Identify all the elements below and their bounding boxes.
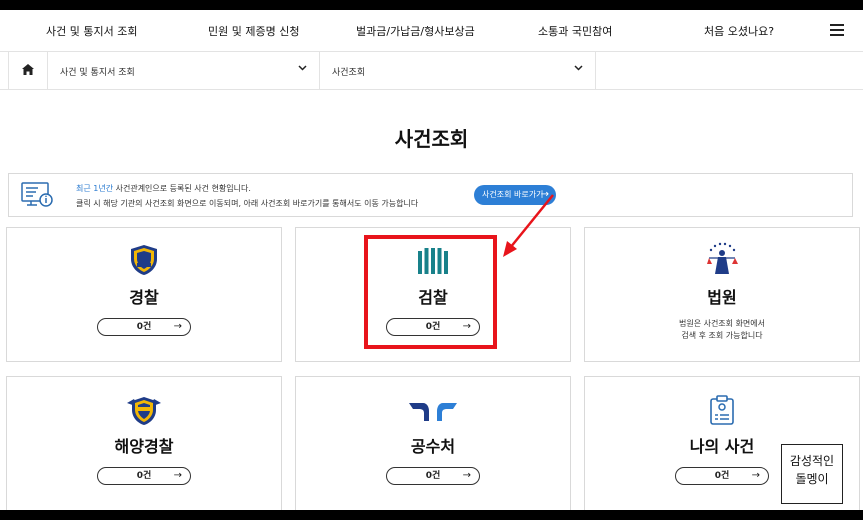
page-title: 사건조회 [394, 127, 469, 151]
breadcrumb-select-level1[interactable]: 사건 및 통지서 조회 [48, 52, 320, 90]
case-count-button[interactable]: 0건 → [97, 318, 191, 336]
court-description-line2: 검색 후 조회 가능합니다 [681, 331, 763, 340]
annotation-highlight-box [364, 235, 497, 349]
court-description-line1: 법원은 사건조회 화면에서 [678, 319, 766, 328]
nav-fines[interactable]: 벌과금/가납금/형사보상금 [356, 23, 475, 39]
case-lookup-shortcut-label: 사건조회 바로가기 [482, 190, 544, 199]
coast-guard-badge-icon [127, 397, 161, 425]
notice-box: 최근 1년간 사건관계인으로 등록된 사건 현황입니다. 클릭 시 해당 기관의… [8, 173, 853, 217]
clipboard-person-icon [710, 395, 734, 425]
agency-card-cio[interactable]: 공수처 0건 → [295, 376, 571, 510]
menu-icon[interactable] [830, 24, 844, 36]
home-icon [22, 64, 34, 75]
case-count: 0건 [136, 471, 152, 481]
agency-card-police[interactable]: 경찰 0건 → [6, 227, 282, 362]
case-count-button[interactable]: 0건 → [97, 467, 191, 485]
agency-name: 공수처 [410, 437, 456, 456]
nav-civil-petitions[interactable]: 민원 및 제증명 신청 [208, 23, 299, 39]
arrow-right-icon: → [173, 321, 182, 332]
case-count-button[interactable]: 0건 → [386, 467, 480, 485]
watermark-line1: 감성적인 [789, 454, 835, 468]
agency-name: 법원 [707, 288, 737, 307]
agency-name: 경찰 [129, 288, 159, 307]
case-count-button[interactable]: 0건 → [675, 467, 769, 485]
watermark-stamp: 감성적인 돌멩이 [781, 444, 843, 504]
cio-logo-icon [409, 403, 457, 421]
top-navigation: 사건 및 통지서 조회 민원 및 제증명 신청 벌과금/가납금/형사보상금 소통… [0, 10, 863, 52]
nav-case-lookup[interactable]: 사건 및 통지서 조회 [46, 23, 137, 39]
agency-card-court[interactable]: 법원 법원은 사건조회 화면에서 검색 후 조회 가능합니다 [584, 227, 860, 362]
breadcrumb: 사건 및 통지서 조회 사건조회 [0, 52, 863, 90]
page-frame: 사건 및 통지서 조회 민원 및 제증명 신청 벌과금/가납금/형사보상금 소통… [0, 10, 863, 510]
case-count: 0건 [136, 322, 152, 332]
case-count: 0건 [714, 471, 730, 481]
arrow-right-icon: → [173, 470, 182, 481]
nav-communication[interactable]: 소통과 국민참여 [538, 23, 612, 39]
nav-first-visit[interactable]: 처음 오셨나요? [704, 23, 774, 39]
breadcrumb-level1-label: 사건 및 통지서 조회 [60, 68, 135, 78]
arrow-right-icon: → [751, 470, 760, 481]
notice-text-line2: 클릭 시 해당 기관의 사건조회 화면으로 이동되며, 아래 사건조회 바로가기… [76, 199, 419, 208]
breadcrumb-select-level2[interactable]: 사건조회 [320, 52, 596, 90]
agency-name: 해양경찰 [114, 437, 174, 456]
arrow-right-icon: → [462, 470, 471, 481]
agency-card-coast-guard[interactable]: 해양경찰 0건 → [6, 376, 282, 510]
case-count: 0건 [425, 471, 441, 481]
notice-line1-rest: 사건관계인으로 등록된 사건 현황입니다. [113, 184, 251, 193]
chevron-down-icon [298, 65, 307, 71]
case-lookup-shortcut-button[interactable]: 사건조회 바로가기 → [474, 185, 556, 205]
monitor-info-icon [21, 182, 53, 207]
police-badge-icon [131, 245, 157, 275]
notice-highlight: 최근 1년간 [76, 184, 114, 193]
court-justice-icon [707, 242, 738, 274]
watermark-line2: 돌멩이 [795, 472, 829, 486]
notice-text-line1: 최근 1년간 사건관계인으로 등록된 사건 현황입니다. [76, 183, 251, 194]
breadcrumb-level2-label: 사건조회 [332, 68, 366, 78]
home-button[interactable] [8, 52, 48, 90]
court-description: 법원은 사건조회 화면에서 검색 후 조회 가능합니다 [585, 318, 859, 342]
arrow-right-icon: → [540, 189, 549, 200]
chevron-down-icon [574, 65, 583, 71]
